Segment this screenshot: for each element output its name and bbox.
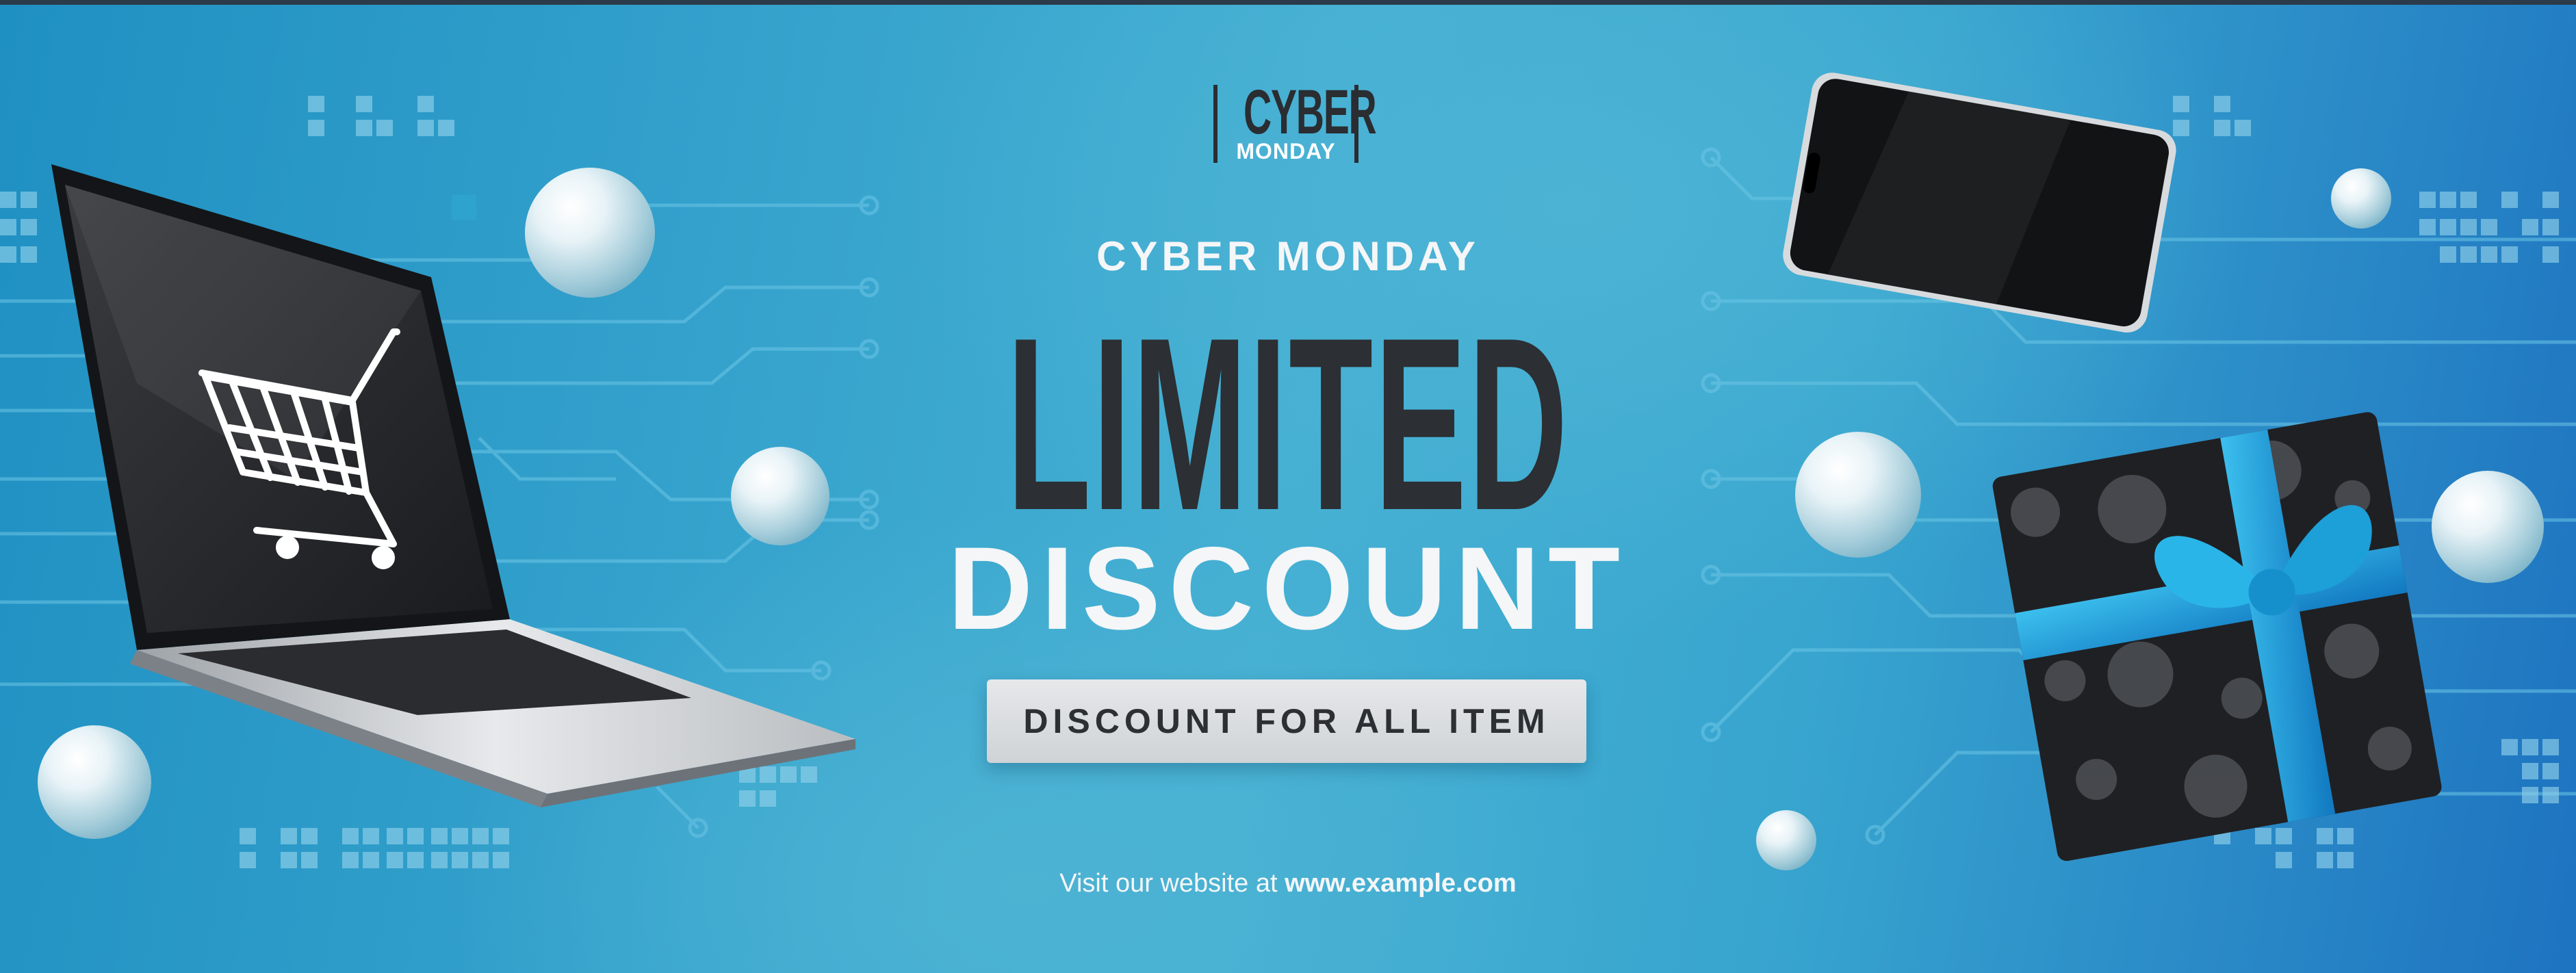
footer-prefix: Visit our website at <box>1059 869 1285 898</box>
website-link[interactable]: www.example.com <box>1285 869 1517 898</box>
discount-cta-button[interactable]: DISCOUNT FOR ALL ITEM <box>987 679 1586 763</box>
smartphone-icon <box>1783 73 2176 333</box>
footer-text: Visit our website at www.example.com <box>0 866 2576 900</box>
kicker-heading: CYBER MONDAY <box>1096 233 1480 279</box>
logo-bottom-text: MONDAY <box>1236 139 1336 164</box>
cyber-monday-logo: CYBER MONDAY <box>1213 81 1377 164</box>
headline-limited: LIMITED <box>1007 287 1569 562</box>
subheadline-discount: DISCOUNT <box>947 523 1629 654</box>
logo-top-text: CYBER <box>1244 77 1377 147</box>
